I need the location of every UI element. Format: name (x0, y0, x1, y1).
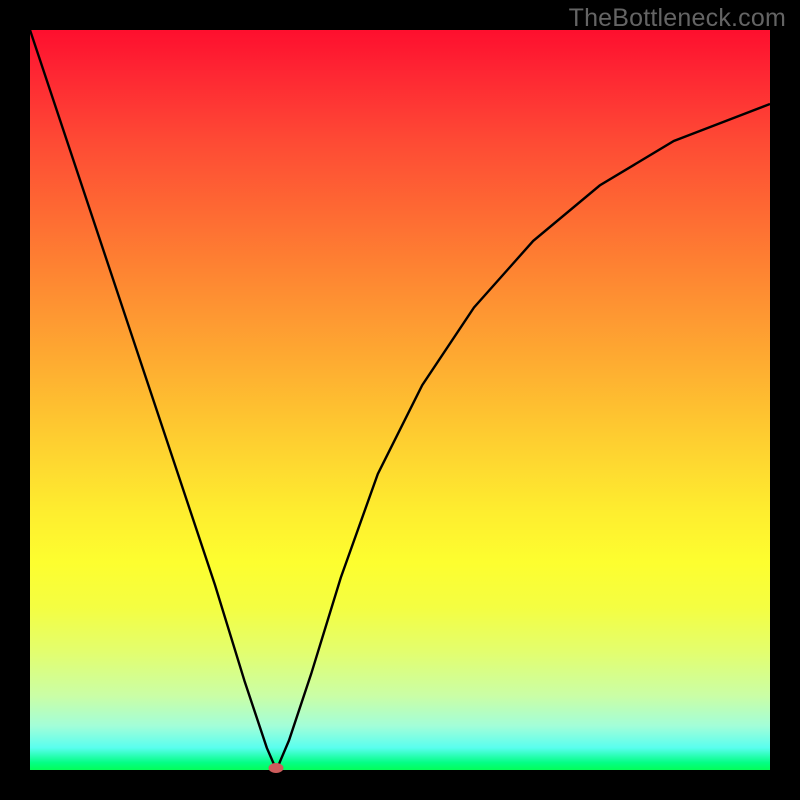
plot-area (30, 30, 770, 770)
bottleneck-curve-svg (30, 30, 770, 770)
optimal-point-marker (269, 763, 284, 773)
bottleneck-curve-path (30, 30, 770, 770)
chart-frame: TheBottleneck.com (0, 0, 800, 800)
watermark-text: TheBottleneck.com (569, 4, 786, 33)
